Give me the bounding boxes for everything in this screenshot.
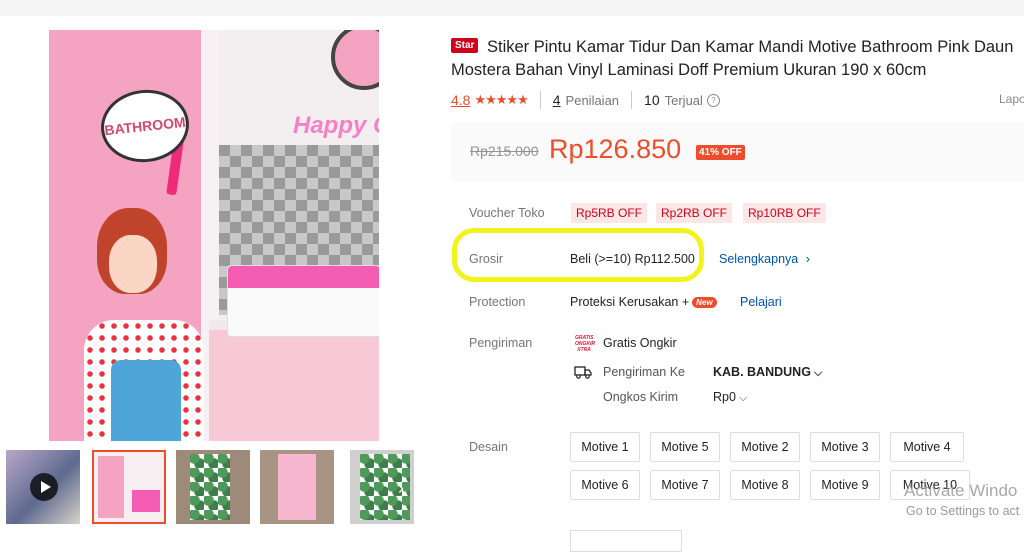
thumb-door — [98, 456, 124, 518]
pink-counter — [209, 320, 379, 441]
help-icon[interactable]: ? — [706, 93, 720, 107]
stove — [227, 265, 379, 337]
free-shipping-text: Gratis Ongkir — [603, 336, 677, 350]
product-title: Stiker Pintu Kamar Tidur Dan Kamar Mandi… — [451, 38, 1014, 79]
shipping-to-label: Pengiriman Ke — [603, 365, 685, 379]
free-shipping-logo: GRATIS ONGKIR XTRA — [575, 335, 595, 353]
chevron-down-icon: ⌵ — [738, 392, 748, 404]
design-option[interactable]: Motive 9 — [810, 470, 880, 500]
voucher-chip[interactable]: Rp5RB OFF — [571, 203, 648, 223]
shipping-cost-label: Ongkos Kirim — [603, 390, 679, 404]
sold-count: 10 — [644, 92, 660, 108]
price-box: Rp215.000 Rp126.850 41% OFF — [451, 122, 1024, 182]
yellow-highlight-annotation — [452, 228, 704, 282]
reviews-label: Penilaian — [565, 92, 620, 108]
chevron-right-icon: › — [805, 252, 810, 266]
new-badge: New — [692, 297, 717, 309]
play-icon[interactable] — [30, 473, 58, 501]
rating-stars-icon: ★★★★★ — [474, 92, 528, 107]
divider — [539, 91, 541, 109]
chevron-down-icon: ⌵ — [813, 367, 823, 379]
original-price: Rp215.000 — [470, 143, 539, 159]
voucher-chip[interactable]: Rp10RB OFF — [743, 203, 826, 223]
thumbnail-monstera[interactable] — [350, 450, 414, 524]
pinup-face — [109, 235, 157, 293]
voucher-label: Voucher Toko — [469, 206, 545, 220]
design-label: Desain — [469, 440, 508, 454]
shipping-cost: Rp0 — [713, 390, 736, 404]
discount-badge: 41% OFF — [696, 145, 745, 160]
bubble-text: BATHROOM — [103, 113, 187, 139]
design-option[interactable]: Motive 5 — [650, 432, 720, 462]
divider — [631, 91, 633, 109]
thumbnail-leaf-door[interactable] — [176, 450, 250, 524]
design-option[interactable]: Motive 1 — [570, 432, 640, 462]
rating-row: 4.8 ★★★★★ 4 Penilaian 10 Terjual ? — [451, 90, 1024, 110]
quantity-stepper[interactable] — [570, 530, 682, 552]
design-option[interactable]: Motive 3 — [810, 432, 880, 462]
shipping-label: Pengiriman — [469, 336, 533, 350]
protection-value: Proteksi Kerusakan + New — [570, 295, 717, 309]
design-option[interactable]: Motive 7 — [650, 470, 720, 500]
shipping-destination: KAB. BANDUNG — [713, 365, 811, 379]
top-bar — [0, 0, 1024, 16]
protection-label: Protection — [469, 295, 526, 309]
thumb-leaf-panel — [190, 454, 230, 520]
thumbnail-bathroom[interactable] — [92, 450, 166, 524]
report-link[interactable]: Lapo — [999, 92, 1024, 106]
reviews-count[interactable]: 4 — [553, 92, 561, 108]
shipping-cost-select[interactable]: Rp0 ⌵ — [713, 390, 747, 405]
protection-text: Proteksi Kerusakan + — [570, 295, 690, 309]
thumbnail-video[interactable] — [6, 450, 80, 524]
main-product-image[interactable]: BATHROOM Happy Co — [49, 30, 379, 441]
wall-clock — [331, 30, 379, 90]
activate-windows-subtitle: Go to Settings to act — [906, 504, 1020, 518]
protection-learn-link[interactable]: Pelajari — [740, 295, 782, 309]
thumbnail-pink-door[interactable] — [260, 450, 334, 524]
design-option[interactable]: Motive 2 — [730, 432, 800, 462]
gallery-next-icon[interactable]: › — [398, 478, 404, 499]
thumb-pink-panel — [278, 454, 316, 520]
grosir-more-link[interactable]: Selengkapnya › — [719, 252, 810, 266]
wall-lettering: Happy Co — [293, 112, 379, 139]
pinup-apron — [111, 360, 181, 441]
design-option[interactable]: Motive 6 — [570, 470, 640, 500]
sold-label: Terjual — [664, 92, 703, 108]
star-badge: Star — [451, 38, 479, 53]
grosir-more-label: Selengkapnya — [719, 252, 799, 266]
voucher-chip[interactable]: Rp2RB OFF — [656, 203, 733, 223]
thumbnail-strip — [6, 450, 416, 526]
thumb-stove — [132, 490, 160, 512]
truck-icon — [574, 366, 592, 379]
rating-value[interactable]: 4.8 — [451, 92, 470, 108]
current-price: Rp126.850 — [549, 134, 682, 164]
design-option[interactable]: Motive 8 — [730, 470, 800, 500]
activate-windows-watermark: Activate Windo — [904, 481, 1018, 500]
design-option[interactable]: Motive 4 — [890, 432, 964, 462]
shipping-destination-select[interactable]: KAB. BANDUNG ⌵ — [713, 365, 822, 380]
stove-top — [228, 266, 379, 288]
